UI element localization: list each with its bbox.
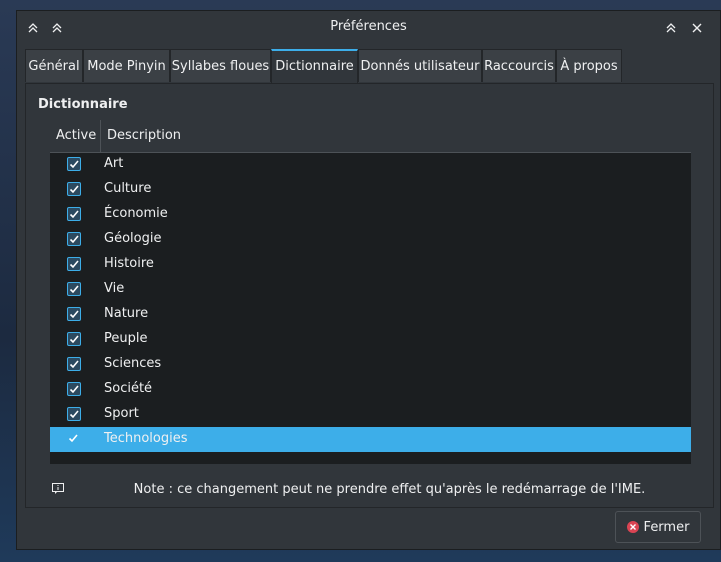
list-item-label: Vie: [104, 281, 125, 296]
list-item[interactable]: Culture: [50, 177, 691, 202]
title-bar[interactable]: Préférences: [17, 11, 720, 45]
list-item[interactable]: Sport: [50, 402, 691, 427]
restart-note: Note : ce changement peut ne prendre eff…: [133, 482, 646, 497]
list-item[interactable]: Technologies: [50, 427, 691, 452]
checkmark-icon: [69, 385, 79, 394]
checkmark-icon: [69, 210, 79, 219]
panel-title: Dictionnaire: [38, 97, 128, 112]
list-header: Active Description: [50, 120, 691, 153]
close-button-label: Fermer: [643, 519, 690, 535]
active-checkbox[interactable]: [67, 407, 81, 421]
tab-dictionnaire[interactable]: Dictionnaire: [271, 49, 358, 83]
preferences-window: Préférences Général Mode Pinyin Syllabes…: [16, 10, 721, 550]
active-checkbox[interactable]: [67, 207, 81, 221]
active-checkbox[interactable]: [67, 332, 81, 346]
tab-mode-pinyin[interactable]: Mode Pinyin: [83, 49, 170, 82]
list-item-label: Nature: [104, 306, 149, 321]
tab-syllabes-floues[interactable]: Syllabes floues: [170, 49, 271, 82]
active-checkbox[interactable]: [67, 157, 81, 171]
tab-raccourcis[interactable]: Raccourcis: [482, 49, 556, 82]
checkmark-icon: [69, 285, 79, 294]
column-separator: [100, 120, 101, 152]
list-item[interactable]: Peuple: [50, 327, 691, 352]
list-item[interactable]: Nature: [50, 302, 691, 327]
checkmark-icon: [69, 185, 79, 194]
list-item-label: Économie: [104, 206, 168, 221]
close-button[interactable]: Fermer: [615, 511, 701, 543]
list-item-label: Art: [104, 156, 124, 171]
list-item[interactable]: Sciences: [50, 352, 691, 377]
checkmark-icon: [69, 360, 79, 369]
active-checkbox[interactable]: [67, 432, 81, 446]
checkmark-icon: [69, 160, 79, 169]
checkmark-icon: [69, 235, 79, 244]
list-item[interactable]: Géologie: [50, 227, 691, 252]
list-item[interactable]: Vie: [50, 277, 691, 302]
active-checkbox[interactable]: [67, 282, 81, 296]
list-item-label: Sport: [104, 406, 139, 421]
tab-general[interactable]: Général: [25, 49, 83, 82]
close-icon[interactable]: [687, 18, 707, 38]
active-checkbox[interactable]: [67, 182, 81, 196]
maximize-icon[interactable]: [661, 18, 681, 38]
list-item[interactable]: Société: [50, 377, 691, 402]
list-item-label: Peuple: [104, 331, 148, 346]
dictionnaire-panel: Dictionnaire Active Description Art Cultu…: [25, 83, 714, 508]
checkmark-icon: [69, 310, 79, 319]
checkmark-icon: [68, 434, 78, 443]
checkmark-icon: [69, 335, 79, 344]
active-checkbox[interactable]: [67, 307, 81, 321]
column-description[interactable]: Description: [107, 120, 181, 152]
cancel-icon: [626, 521, 639, 533]
window-title: Préférences: [330, 19, 407, 34]
list-item-label: Histoire: [104, 256, 154, 271]
list-item[interactable]: Économie: [50, 202, 691, 227]
tab-a-propos[interactable]: À propos: [556, 49, 622, 82]
tab-donnes-utilisateur[interactable]: Donnés utilisateur: [358, 49, 482, 82]
list-item-label: Géologie: [104, 231, 162, 246]
list-item-label: Société: [104, 381, 153, 396]
tab-bar: Général Mode Pinyin Syllabes floues Dict…: [25, 49, 712, 83]
checkmark-icon: [69, 410, 79, 419]
checkmark-icon: [69, 260, 79, 269]
list-item-label: Technologies: [104, 431, 188, 446]
dictionary-list[interactable]: Active Description Art Culture Économie Géo…: [50, 120, 691, 464]
list-item-label: Sciences: [104, 356, 162, 371]
list-item-label: Culture: [104, 181, 152, 196]
list-item[interactable]: Histoire: [50, 252, 691, 277]
active-checkbox[interactable]: [67, 357, 81, 371]
active-checkbox[interactable]: [67, 257, 81, 271]
column-active[interactable]: Active: [56, 120, 96, 152]
list-item[interactable]: Art: [50, 152, 691, 177]
active-checkbox[interactable]: [67, 382, 81, 396]
active-checkbox[interactable]: [67, 232, 81, 246]
